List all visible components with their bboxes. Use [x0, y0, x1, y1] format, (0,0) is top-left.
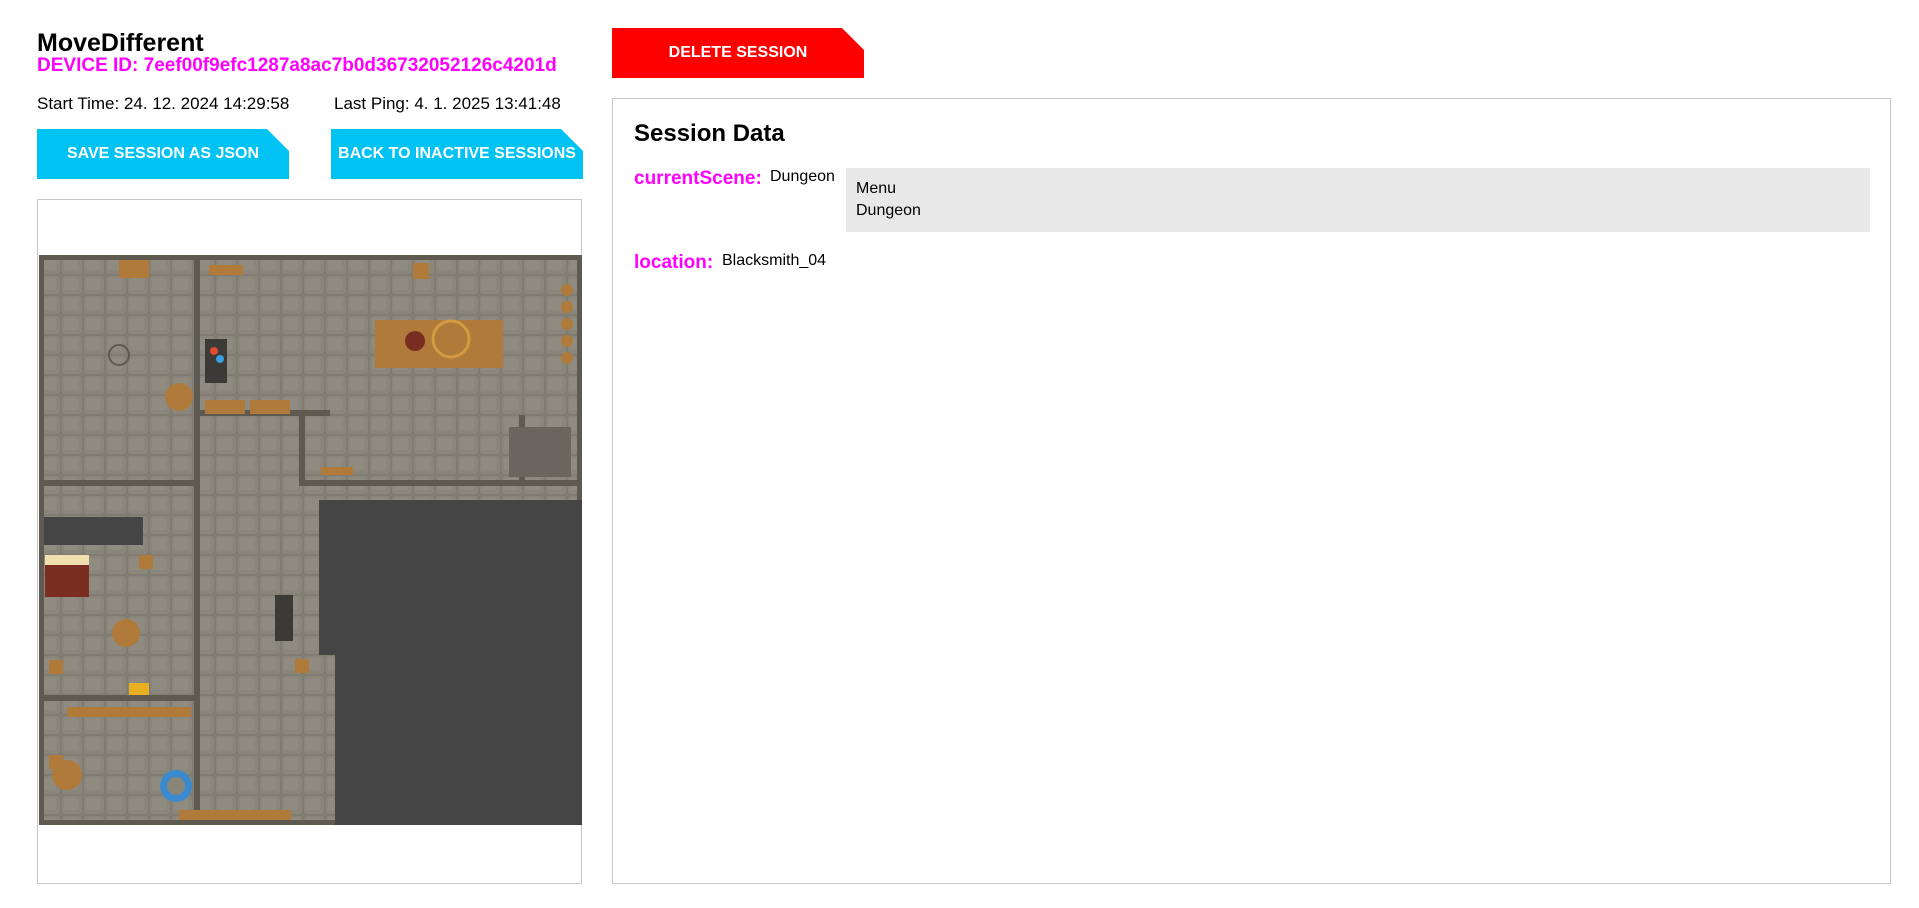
session-data-panel: Session Data currentScene: Dungeon Menu …	[612, 98, 1891, 884]
back-to-inactive-sessions-button[interactable]: BACK TO INACTIVE SESSIONS	[331, 129, 583, 179]
scene-options-list: Menu Dungeon	[846, 168, 1870, 232]
scene-option-dungeon[interactable]: Dungeon	[856, 202, 921, 220]
current-scene-key: currentScene:	[634, 168, 762, 189]
session-data-title: Session Data	[634, 120, 785, 147]
save-session-json-button[interactable]: SAVE SESSION AS JSON	[37, 129, 289, 179]
map-panel	[37, 199, 582, 884]
start-time: Start Time: 24. 12. 2024 14:29:58	[37, 94, 290, 113]
last-ping: Last Ping: 4. 1. 2025 13:41:48	[334, 94, 561, 113]
scene-option-menu[interactable]: Menu	[856, 180, 896, 198]
current-scene-value: Dungeon	[770, 168, 835, 185]
delete-session-button[interactable]: DELETE SESSION	[612, 28, 864, 78]
location-value: Blacksmith_04	[722, 252, 827, 269]
location-key: location:	[634, 252, 714, 273]
device-id: DEVICE ID: 7eef00f9efc1287a8ac7b0d367320…	[37, 55, 557, 76]
dungeon-map-image	[39, 255, 582, 825]
